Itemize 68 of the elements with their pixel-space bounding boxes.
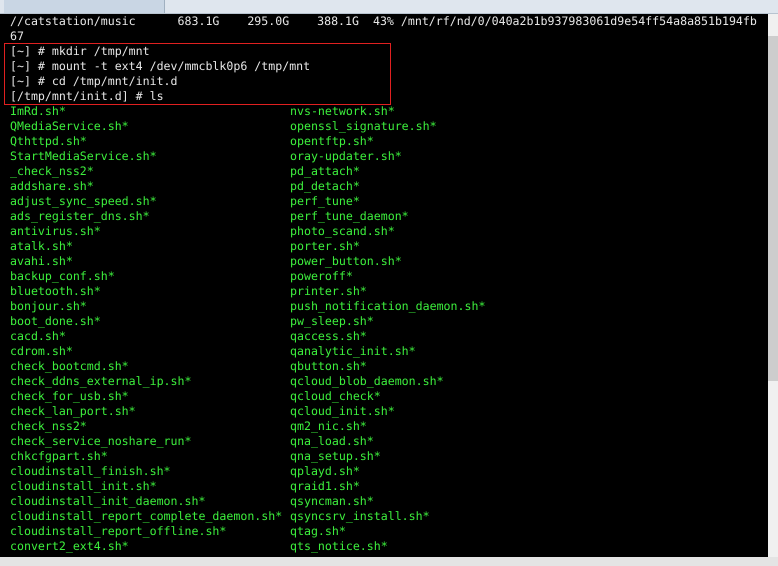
file-name: ads_register_dns.sh* <box>10 209 151 224</box>
file-name: adjust_sync_speed.sh* <box>10 194 158 209</box>
file-name: pw_sleep.sh* <box>290 314 375 329</box>
file-name: cloudinstall_report_complete_daemon.sh* <box>10 509 284 524</box>
file-name: pd_attach* <box>290 164 361 179</box>
file-name: qna_load.sh* <box>290 434 375 449</box>
command-line: [~] # cd /tmp/mnt/init.d <box>10 74 179 89</box>
file-name: check_lan_port.sh* <box>10 404 137 419</box>
file-name: qcloud_check* <box>290 389 382 404</box>
file-name: pd_detach* <box>290 179 361 194</box>
file-name: boot_done.sh* <box>10 314 102 329</box>
file-name: check_ddns_external_ip.sh* <box>10 374 192 389</box>
file-name: cloudinstall_finish.sh* <box>10 464 172 479</box>
file-name: nvs-network.sh* <box>290 104 396 119</box>
file-name: backup_conf.sh* <box>10 269 116 284</box>
scrollbar-thumb[interactable] <box>768 36 778 381</box>
file-name: qts_notice.sh* <box>290 539 389 554</box>
file-name: qbutton.sh* <box>290 359 368 374</box>
file-name: bluetooth.sh* <box>10 284 102 299</box>
file-name: check_for_usb.sh* <box>10 389 130 404</box>
file-name: QMediaService.sh* <box>10 119 130 134</box>
command-line: [~] # mkdir /tmp/mnt <box>10 44 151 59</box>
file-name: Qthttpd.sh* <box>10 134 88 149</box>
file-name: bonjour.sh* <box>10 299 88 314</box>
file-name: perf_tune* <box>290 194 361 209</box>
file-name: cloudinstall_report_offline.sh* <box>10 524 228 539</box>
terminal-output-line: //catstation/music 683.1G 295.0G 388.1G 43% /mnt/rf/nd/0/040a2b1b937983061d9e54ff54a8a851b194fb <box>10 14 758 29</box>
file-name: porter.sh* <box>290 239 361 254</box>
file-name: photo_scand.sh* <box>290 224 396 239</box>
file-name: _check_nss2* <box>10 164 95 179</box>
file-name: qanalytic_init.sh* <box>290 344 417 359</box>
file-name: check_nss2* <box>10 419 88 434</box>
file-name: StartMediaService.sh* <box>10 149 158 164</box>
file-name: convert2_ext4.sh* <box>10 539 130 554</box>
terminal-output-line: 67 <box>10 29 25 44</box>
file-name: qraid1.sh* <box>290 479 361 494</box>
file-name: check_bootcmd.sh* <box>10 359 130 374</box>
file-name: poweroff* <box>290 269 354 284</box>
file-name: cloudinstall_init_daemon.sh* <box>10 494 206 509</box>
file-name: qtag.sh* <box>290 524 347 539</box>
file-name: atalk.sh* <box>10 239 74 254</box>
file-name: perf_tune_daemon* <box>290 209 410 224</box>
file-name: qplayd.sh* <box>290 464 361 479</box>
tab[interactable] <box>4 0 165 13</box>
file-name: chkcfgpart.sh* <box>10 449 109 464</box>
file-name: cdrom.sh* <box>10 344 74 359</box>
file-name: printer.sh* <box>290 284 368 299</box>
file-name: openssl_signature.sh* <box>290 119 438 134</box>
file-name: ImRd.sh* <box>10 104 67 119</box>
file-name: addshare.sh* <box>10 179 95 194</box>
command-line: [/tmp/mnt/init.d] # ls <box>10 89 165 104</box>
file-name: qsyncsrv_install.sh* <box>290 509 431 524</box>
file-name: avahi.sh* <box>10 254 74 269</box>
file-name: qcloud_blob_daemon.sh* <box>290 374 445 389</box>
file-name: cloudinstall_init.sh* <box>10 479 158 494</box>
command-line: [~] # mount -t ext4 /dev/mmcblk0p6 /tmp/mnt <box>10 59 312 74</box>
file-name: qna_setup.sh* <box>290 449 382 464</box>
file-name: qaccess.sh* <box>290 329 368 344</box>
file-name: push_notification_daemon.sh* <box>290 299 486 314</box>
file-name: oray-updater.sh* <box>290 149 403 164</box>
file-name: opentftp.sh* <box>290 134 375 149</box>
file-name: qsyncman.sh* <box>290 494 375 509</box>
file-name: qm2_nic.sh* <box>290 419 368 434</box>
file-name: qcloud_init.sh* <box>290 404 396 419</box>
file-name: check_service_noshare_run* <box>10 434 192 449</box>
file-name: power_button.sh* <box>290 254 403 269</box>
file-name: antivirus.sh* <box>10 224 102 239</box>
file-name: cacd.sh* <box>10 329 67 344</box>
